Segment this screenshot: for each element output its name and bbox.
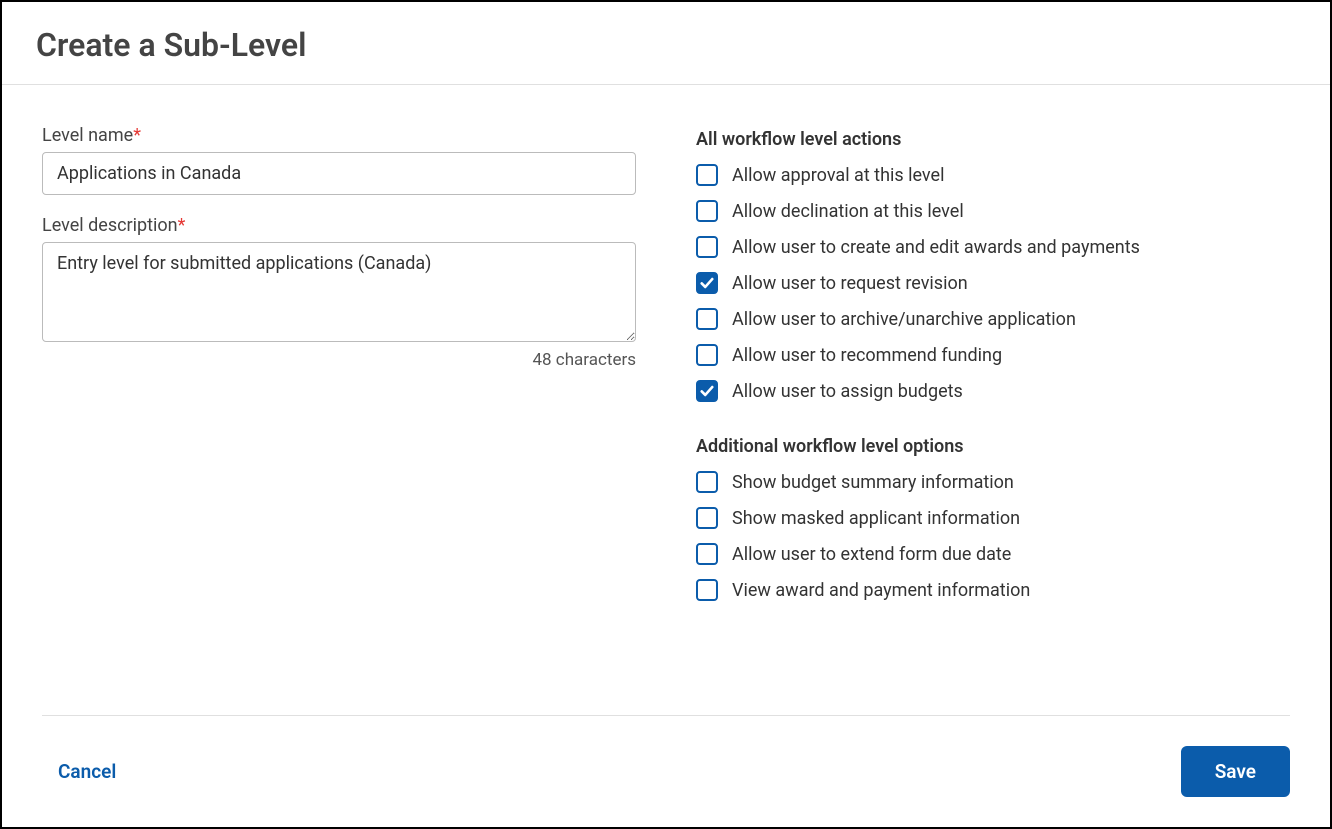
actions-heading: All workflow level actions bbox=[696, 129, 1290, 150]
checkbox-label[interactable]: Allow user to assign budgets bbox=[732, 381, 963, 402]
level-name-label: Level name* bbox=[42, 125, 636, 146]
char-count: 48 characters bbox=[42, 350, 636, 370]
required-marker: * bbox=[133, 125, 141, 146]
checkbox-label[interactable]: Allow user to recommend funding bbox=[732, 345, 1002, 366]
options-heading: Additional workflow level options bbox=[696, 436, 1290, 457]
checkbox-label[interactable]: Show budget summary information bbox=[732, 472, 1014, 493]
checkbox[interactable] bbox=[696, 272, 718, 294]
checkbox-label[interactable]: Allow user to archive/unarchive applicat… bbox=[732, 309, 1076, 330]
checkbox-label[interactable]: Allow declination at this level bbox=[732, 201, 964, 222]
checkbox-row: Allow user to archive/unarchive applicat… bbox=[696, 308, 1290, 330]
checkbox[interactable] bbox=[696, 507, 718, 529]
checkbox-label[interactable]: Show masked applicant information bbox=[732, 508, 1020, 529]
checkbox-row: Allow declination at this level bbox=[696, 200, 1290, 222]
checkbox-row: Allow user to recommend funding bbox=[696, 344, 1290, 366]
required-marker: * bbox=[178, 215, 186, 236]
checkbox-label[interactable]: Allow user to request revision bbox=[732, 273, 968, 294]
checkbox-row: Show budget summary information bbox=[696, 471, 1290, 493]
checkbox[interactable] bbox=[696, 579, 718, 601]
options-section: Additional workflow level options Show b… bbox=[696, 432, 1290, 601]
checkbox[interactable] bbox=[696, 380, 718, 402]
checkbox[interactable] bbox=[696, 308, 718, 330]
options-list: Show budget summary information Show mask… bbox=[696, 471, 1290, 601]
dialog-title: Create a Sub-Level bbox=[2, 2, 1330, 84]
level-description-textarea[interactable] bbox=[42, 242, 636, 342]
footer: Cancel Save bbox=[2, 716, 1330, 827]
checkbox[interactable] bbox=[696, 344, 718, 366]
checkbox[interactable] bbox=[696, 543, 718, 565]
checkbox-row: Allow user to assign budgets bbox=[696, 380, 1290, 402]
level-description-label: Level description* bbox=[42, 215, 636, 236]
right-column: All workflow level actions Allow approva… bbox=[696, 125, 1290, 695]
checkbox-row: Allow user to extend form due date bbox=[696, 543, 1290, 565]
checkbox[interactable] bbox=[696, 236, 718, 258]
checkbox-label[interactable]: View award and payment information bbox=[732, 580, 1030, 601]
checkbox-label[interactable]: Allow user to create and edit awards and… bbox=[732, 237, 1140, 258]
level-name-group: Level name* bbox=[42, 125, 636, 195]
content-area: Level name* Level description* 48 charac… bbox=[2, 85, 1330, 715]
left-column: Level name* Level description* 48 charac… bbox=[42, 125, 636, 695]
level-description-group: Level description* 48 characters bbox=[42, 215, 636, 370]
level-name-input[interactable] bbox=[42, 152, 636, 195]
checkbox[interactable] bbox=[696, 164, 718, 186]
checkbox-row: View award and payment information bbox=[696, 579, 1290, 601]
checkbox-row: Allow user to request revision bbox=[696, 272, 1290, 294]
actions-section: All workflow level actions Allow approva… bbox=[696, 125, 1290, 402]
actions-list: Allow approval at this level Allow declin… bbox=[696, 164, 1290, 402]
save-button[interactable]: Save bbox=[1181, 746, 1290, 797]
checkbox-label[interactable]: Allow approval at this level bbox=[732, 165, 944, 186]
cancel-button[interactable]: Cancel bbox=[58, 760, 116, 783]
checkbox-row: Allow user to create and edit awards and… bbox=[696, 236, 1290, 258]
checkbox[interactable] bbox=[696, 200, 718, 222]
checkbox-row: Allow approval at this level bbox=[696, 164, 1290, 186]
checkbox-row: Show masked applicant information bbox=[696, 507, 1290, 529]
checkbox-label[interactable]: Allow user to extend form due date bbox=[732, 544, 1011, 565]
checkbox[interactable] bbox=[696, 471, 718, 493]
